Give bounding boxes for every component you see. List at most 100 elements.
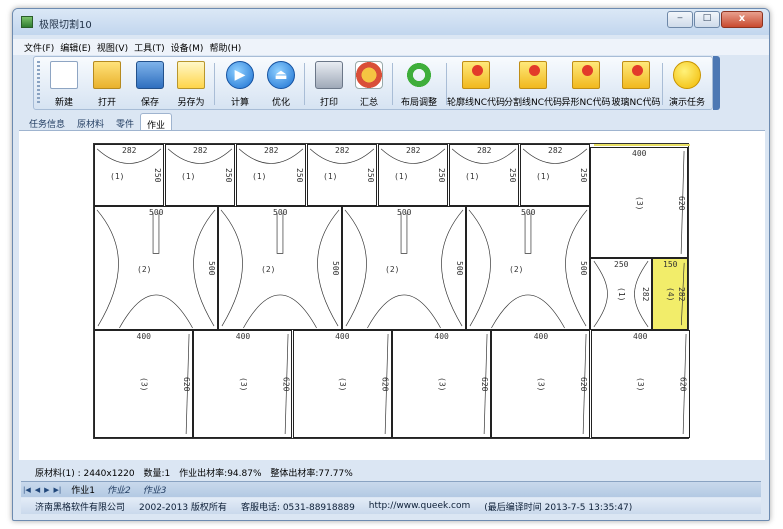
part-height-label: 250	[295, 168, 304, 183]
part-small[interactable]: 282 250 (1)	[449, 144, 519, 206]
part-id-label: (1)	[394, 172, 409, 181]
part-large[interactable]: 500 500 (2)	[94, 206, 218, 330]
overall-rate-info: 整体出材率:77.77%	[270, 469, 353, 479]
part-width-label: 500	[149, 208, 164, 217]
printer-icon	[315, 61, 343, 89]
part-bottom[interactable]: 400 620 (3)	[491, 330, 591, 438]
part-small[interactable]: 282 250 (1)	[307, 144, 377, 206]
part-id-label: (2)	[509, 265, 524, 274]
part-width-label: 282	[193, 146, 208, 155]
part-height-label: 620	[281, 377, 291, 392]
shaped-nc-button[interactable]: 异形NC代码	[561, 57, 611, 111]
part-width-label: 150	[663, 260, 678, 269]
glass-nc-button[interactable]: 玻璃NC代码	[611, 57, 661, 111]
part-id-label: (1)	[536, 172, 551, 181]
menu-device[interactable]: 设备(M)	[168, 39, 207, 55]
material-sheet[interactable]: 282 250 (1) 282 250 (1) 282 250 (1) 282 250 (1) 282 2…	[93, 143, 690, 439]
last-tab-icon[interactable]: ▶|	[54, 486, 62, 494]
part-large-outline	[96, 209, 216, 329]
menu-file[interactable]: 文件(F)	[21, 39, 57, 55]
new-label: 新建	[54, 98, 73, 108]
calculate-button[interactable]: ▶ 计算	[220, 57, 260, 111]
part-right-top[interactable]: 400 620 (3)	[590, 147, 688, 258]
part-highlighted[interactable]: 150 282 (4)	[652, 258, 688, 330]
save-as-button[interactable]: 另存为	[171, 57, 211, 111]
minimize-button[interactable]: ‒	[667, 11, 693, 28]
maximize-button[interactable]: □	[694, 11, 720, 28]
menu-view[interactable]: 视图(V)	[94, 39, 131, 55]
part-width-label: 282	[406, 146, 421, 155]
part-height-label: 282	[677, 287, 686, 302]
part-height-label: 250	[437, 168, 446, 183]
toolbar-grip[interactable]	[37, 61, 40, 105]
part-large-contour	[468, 209, 588, 329]
part-id-label: (1)	[465, 172, 480, 181]
part-width-label: 250	[614, 260, 629, 269]
part-id-label: (3)	[636, 377, 645, 392]
job-tab-1[interactable]: 作业1	[67, 483, 99, 496]
part-small[interactable]: 282 250 (1)	[520, 144, 590, 206]
menu-tools[interactable]: 工具(T)	[131, 39, 168, 55]
menu-edit[interactable]: 编辑(E)	[57, 39, 94, 55]
part-width-label: 282	[122, 146, 137, 155]
app-icon	[21, 16, 33, 28]
job-tab-3[interactable]: 作业3	[139, 483, 171, 496]
split-nc-button[interactable]: 分割线NC代码	[504, 57, 562, 111]
part-bottom[interactable]: 400 620 (3)	[590, 330, 690, 438]
part-height-label: 250	[153, 168, 162, 183]
part-width-label: 400	[136, 332, 151, 341]
part-bottom[interactable]: 400 620 (3)	[193, 330, 293, 438]
part-bottom[interactable]: 400 620 (3)	[292, 330, 392, 438]
part-small[interactable]: 282 250 (1)	[165, 144, 235, 206]
part-width-label: 400	[633, 332, 648, 341]
minimize-icon: ‒	[677, 13, 683, 23]
pin-icon	[572, 61, 600, 89]
job-tab-2[interactable]: 作业2	[103, 483, 135, 496]
open-button[interactable]: 打开	[87, 57, 127, 111]
tab-task-info[interactable]: 任务信息	[23, 113, 71, 131]
part-small[interactable]: 282 250 (1)	[94, 144, 164, 206]
optimize-button[interactable]: ⏏ 优化	[261, 57, 301, 111]
prev-tab-icon[interactable]: ◀	[35, 486, 40, 494]
first-tab-icon[interactable]: |◀	[23, 486, 31, 494]
contour-nc-button[interactable]: 轮廓线NC代码	[447, 57, 505, 111]
status-phone: 客服电话: 0531-88918889	[240, 502, 355, 513]
tab-parts[interactable]: 零件	[110, 113, 140, 131]
new-button[interactable]: 新建	[44, 57, 84, 111]
pin-icon	[622, 61, 650, 89]
offcut-strip	[594, 144, 690, 146]
tab-strip: 任务信息 原材料 零件 作业	[13, 113, 769, 131]
part-small[interactable]: 282 250 (1)	[378, 144, 448, 206]
toolbar: 新建 打开 保存 另存为 ▶ 计算 ⏏ 优化 打印 汇总 布局调整 轮廓线NC代…	[33, 56, 713, 110]
tab-material[interactable]: 原材料	[71, 113, 110, 131]
part-large[interactable]: 500 500 (2)	[218, 206, 342, 330]
job-tabs: |◀ ◀ ▶ ▶| 作业1 作业2 作业3	[21, 481, 761, 497]
maximize-icon: □	[702, 13, 712, 23]
part-height-label: 620	[380, 377, 390, 392]
part-large[interactable]: 500 500 (2)	[342, 206, 466, 330]
summary-button[interactable]: 汇总	[349, 57, 389, 111]
close-button[interactable]: x	[721, 11, 763, 28]
smiley-icon	[673, 61, 701, 89]
part-id-label: (3)	[635, 195, 644, 210]
part-right-mid[interactable]: 250 282 (1)	[590, 258, 652, 330]
toolbar-overflow-button[interactable]	[713, 56, 720, 110]
part-large[interactable]: 500 500 (2)	[466, 206, 590, 330]
pin-icon	[462, 61, 490, 89]
part-height-label: 282	[641, 287, 650, 302]
menu-help[interactable]: 帮助(H)	[206, 39, 244, 55]
layout-adjust-label: 布局调整	[400, 98, 437, 108]
layout-adjust-button[interactable]: 布局调整	[394, 57, 444, 111]
status-url[interactable]: http://www.queek.com	[369, 501, 470, 511]
print-button[interactable]: 打印	[309, 57, 349, 111]
part-bottom[interactable]: 400 620 (3)	[391, 330, 491, 438]
part-bottom[interactable]: 400 620 (3)	[94, 330, 193, 438]
toolbar-separator	[662, 63, 663, 105]
save-button[interactable]: 保存	[130, 57, 170, 111]
demo-task-button[interactable]: 演示任务	[664, 57, 710, 111]
part-small[interactable]: 282 250 (1)	[236, 144, 306, 206]
next-tab-icon[interactable]: ▶	[44, 486, 49, 494]
part-height-label: 620	[579, 377, 589, 392]
save-label: 保存	[140, 98, 159, 108]
tab-job[interactable]: 作业	[140, 113, 173, 131]
